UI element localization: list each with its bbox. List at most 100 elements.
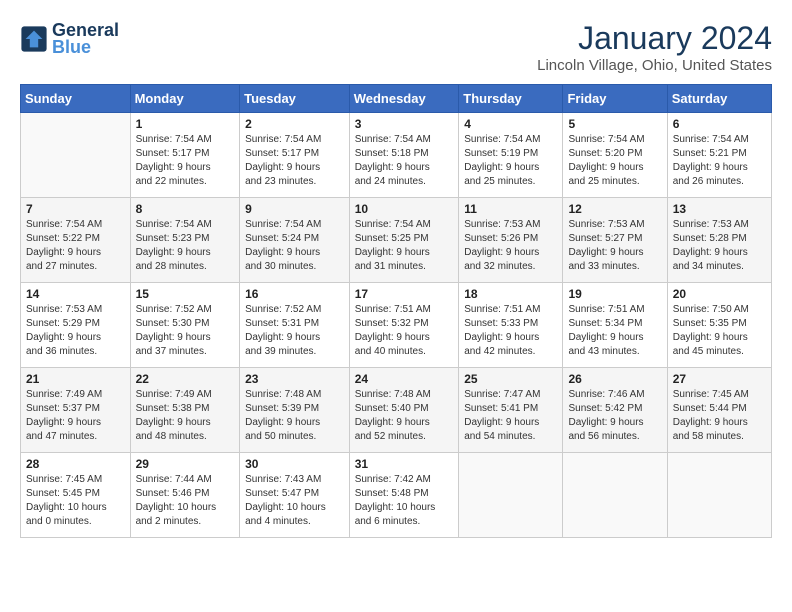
- calendar-cell: 23 Sunrise: 7:48 AMSunset: 5:39 PMDayligh…: [240, 368, 350, 453]
- calendar-cell: 16 Sunrise: 7:52 AMSunset: 5:31 PMDayligh…: [240, 283, 350, 368]
- day-number: 18: [464, 287, 557, 301]
- day-info: Sunrise: 7:49 AMSunset: 5:38 PMDaylight:…: [136, 388, 235, 444]
- weekday-header-tuesday: Tuesday: [240, 85, 350, 113]
- weekday-header-saturday: Saturday: [667, 85, 771, 113]
- calendar-cell: 1Sunrise: 7:54 AMSunset: 5:17 PMDaylight…: [130, 113, 240, 198]
- day-number: 14: [26, 287, 125, 301]
- day-info: Sunrise: 7:51 AMSunset: 5:33 PMDaylight:…: [464, 303, 557, 359]
- day-info: Sunrise: 7:43 AMSunset: 5:47 PMDaylight:…: [245, 473, 344, 529]
- day-info: Sunrise: 7:48 AMSunset: 5:39 PMDaylight:…: [245, 388, 344, 444]
- day-info: Sunrise: 7:49 AMSunset: 5:37 PMDaylight:…: [26, 388, 125, 444]
- day-number: 11: [464, 202, 557, 216]
- logo-icon: [20, 25, 48, 53]
- day-info: Sunrise: 7:51 AMSunset: 5:34 PMDaylight:…: [568, 303, 661, 359]
- calendar-cell: 30Sunrise: 7:43 AMSunset: 5:47 PMDayligh…: [240, 453, 350, 538]
- calendar-cell: 5 Sunrise: 7:54 AMSunset: 5:20 PMDaylight…: [563, 113, 667, 198]
- day-info: Sunrise: 7:54 AMSunset: 5:19 PMDaylight:…: [464, 133, 557, 189]
- calendar-week-row: 1Sunrise: 7:54 AMSunset: 5:17 PMDaylight…: [21, 113, 772, 198]
- day-number: 20: [673, 287, 766, 301]
- day-info: Sunrise: 7:54 AMSunset: 5:24 PMDaylight:…: [245, 218, 344, 274]
- weekday-header-sunday: Sunday: [21, 85, 131, 113]
- day-number: 12: [568, 202, 661, 216]
- day-number: 25: [464, 372, 557, 386]
- day-info: Sunrise: 7:44 AMSunset: 5:46 PMDaylight:…: [136, 473, 235, 529]
- weekday-header-thursday: Thursday: [459, 85, 563, 113]
- calendar-cell: 18 Sunrise: 7:51 AMSunset: 5:33 PMDayligh…: [459, 283, 563, 368]
- day-info: Sunrise: 7:48 AMSunset: 5:40 PMDaylight:…: [355, 388, 454, 444]
- calendar-cell: 7 Sunrise: 7:54 AMSunset: 5:22 PMDaylight…: [21, 198, 131, 283]
- day-number: 2: [245, 117, 344, 131]
- month-title: January 2024: [537, 20, 772, 57]
- weekday-header-friday: Friday: [563, 85, 667, 113]
- calendar-cell: 26Sunrise: 7:46 AMSunset: 5:42 PMDayligh…: [563, 368, 667, 453]
- calendar-cell: 2Sunrise: 7:54 AMSunset: 5:17 PMDaylight…: [240, 113, 350, 198]
- day-info: Sunrise: 7:47 AMSunset: 5:41 PMDaylight:…: [464, 388, 557, 444]
- day-number: 8: [136, 202, 235, 216]
- day-info: Sunrise: 7:53 AMSunset: 5:27 PMDaylight:…: [568, 218, 661, 274]
- location: Lincoln Village, Ohio, United States: [537, 57, 772, 74]
- calendar-cell: 13Sunrise: 7:53 AMSunset: 5:28 PMDayligh…: [667, 198, 771, 283]
- day-info: Sunrise: 7:54 AMSunset: 5:25 PMDaylight:…: [355, 218, 454, 274]
- day-number: 7: [26, 202, 125, 216]
- calendar-cell: 19 Sunrise: 7:51 AMSunset: 5:34 PMDayligh…: [563, 283, 667, 368]
- calendar-cell: 15 Sunrise: 7:52 AMSunset: 5:30 PMDayligh…: [130, 283, 240, 368]
- day-number: 6: [673, 117, 766, 131]
- calendar-cell: 17Sunrise: 7:51 AMSunset: 5:32 PMDayligh…: [349, 283, 459, 368]
- calendar-cell: 27 Sunrise: 7:45 AMSunset: 5:44 PMDayligh…: [667, 368, 771, 453]
- day-number: 23: [245, 372, 344, 386]
- day-number: 3: [355, 117, 454, 131]
- day-info: Sunrise: 7:45 AMSunset: 5:44 PMDaylight:…: [673, 388, 766, 444]
- calendar-cell: 24 Sunrise: 7:48 AMSunset: 5:40 PMDayligh…: [349, 368, 459, 453]
- calendar-week-row: 21 Sunrise: 7:49 AMSunset: 5:37 PMDayligh…: [21, 368, 772, 453]
- calendar-week-row: 7 Sunrise: 7:54 AMSunset: 5:22 PMDaylight…: [21, 198, 772, 283]
- calendar-cell: [459, 453, 563, 538]
- day-info: Sunrise: 7:51 AMSunset: 5:32 PMDaylight:…: [355, 303, 454, 359]
- day-number: 27: [673, 372, 766, 386]
- calendar-cell: 11 Sunrise: 7:53 AMSunset: 5:26 PMDayligh…: [459, 198, 563, 283]
- calendar-cell: 6 Sunrise: 7:54 AMSunset: 5:21 PMDaylight…: [667, 113, 771, 198]
- day-number: 21: [26, 372, 125, 386]
- day-info: Sunrise: 7:52 AMSunset: 5:30 PMDaylight:…: [136, 303, 235, 359]
- calendar-cell: 8 Sunrise: 7:54 AMSunset: 5:23 PMDaylight…: [130, 198, 240, 283]
- day-info: Sunrise: 7:54 AMSunset: 5:20 PMDaylight:…: [568, 133, 661, 189]
- day-info: Sunrise: 7:54 AMSunset: 5:22 PMDaylight:…: [26, 218, 125, 274]
- day-number: 22: [136, 372, 235, 386]
- day-info: Sunrise: 7:52 AMSunset: 5:31 PMDaylight:…: [245, 303, 344, 359]
- page-header: General Blue January 2024 Lincoln Villag…: [20, 20, 772, 74]
- day-number: 5: [568, 117, 661, 131]
- calendar-cell: [667, 453, 771, 538]
- calendar-week-row: 14 Sunrise: 7:53 AMSunset: 5:29 PMDayligh…: [21, 283, 772, 368]
- weekday-header-monday: Monday: [130, 85, 240, 113]
- day-info: Sunrise: 7:54 AMSunset: 5:21 PMDaylight:…: [673, 133, 766, 189]
- calendar-cell: 31Sunrise: 7:42 AMSunset: 5:48 PMDayligh…: [349, 453, 459, 538]
- calendar-cell: 25 Sunrise: 7:47 AMSunset: 5:41 PMDayligh…: [459, 368, 563, 453]
- calendar-cell: 29Sunrise: 7:44 AMSunset: 5:46 PMDayligh…: [130, 453, 240, 538]
- day-number: 16: [245, 287, 344, 301]
- day-number: 4: [464, 117, 557, 131]
- calendar-cell: 9 Sunrise: 7:54 AMSunset: 5:24 PMDaylight…: [240, 198, 350, 283]
- calendar-cell: 21 Sunrise: 7:49 AMSunset: 5:37 PMDayligh…: [21, 368, 131, 453]
- day-number: 24: [355, 372, 454, 386]
- day-info: Sunrise: 7:53 AMSunset: 5:28 PMDaylight:…: [673, 218, 766, 274]
- calendar-cell: 28Sunrise: 7:45 AMSunset: 5:45 PMDayligh…: [21, 453, 131, 538]
- weekday-header-row: SundayMondayTuesdayWednesdayThursdayFrid…: [21, 85, 772, 113]
- day-number: 9: [245, 202, 344, 216]
- calendar-cell: 22 Sunrise: 7:49 AMSunset: 5:38 PMDayligh…: [130, 368, 240, 453]
- calendar-cell: 10Sunrise: 7:54 AMSunset: 5:25 PMDayligh…: [349, 198, 459, 283]
- weekday-header-wednesday: Wednesday: [349, 85, 459, 113]
- calendar-table: SundayMondayTuesdayWednesdayThursdayFrid…: [20, 84, 772, 538]
- day-number: 19: [568, 287, 661, 301]
- calendar-cell: 4 Sunrise: 7:54 AMSunset: 5:19 PMDaylight…: [459, 113, 563, 198]
- calendar-cell: [21, 113, 131, 198]
- calendar-cell: 20Sunrise: 7:50 AMSunset: 5:35 PMDayligh…: [667, 283, 771, 368]
- logo: General Blue: [20, 20, 119, 58]
- calendar-cell: 12 Sunrise: 7:53 AMSunset: 5:27 PMDayligh…: [563, 198, 667, 283]
- title-block: January 2024 Lincoln Village, Ohio, Unit…: [537, 20, 772, 74]
- day-info: Sunrise: 7:53 AMSunset: 5:29 PMDaylight:…: [26, 303, 125, 359]
- calendar-cell: 3Sunrise: 7:54 AMSunset: 5:18 PMDaylight…: [349, 113, 459, 198]
- calendar-week-row: 28Sunrise: 7:45 AMSunset: 5:45 PMDayligh…: [21, 453, 772, 538]
- day-info: Sunrise: 7:54 AMSunset: 5:23 PMDaylight:…: [136, 218, 235, 274]
- day-info: Sunrise: 7:46 AMSunset: 5:42 PMDaylight:…: [568, 388, 661, 444]
- day-info: Sunrise: 7:53 AMSunset: 5:26 PMDaylight:…: [464, 218, 557, 274]
- day-number: 15: [136, 287, 235, 301]
